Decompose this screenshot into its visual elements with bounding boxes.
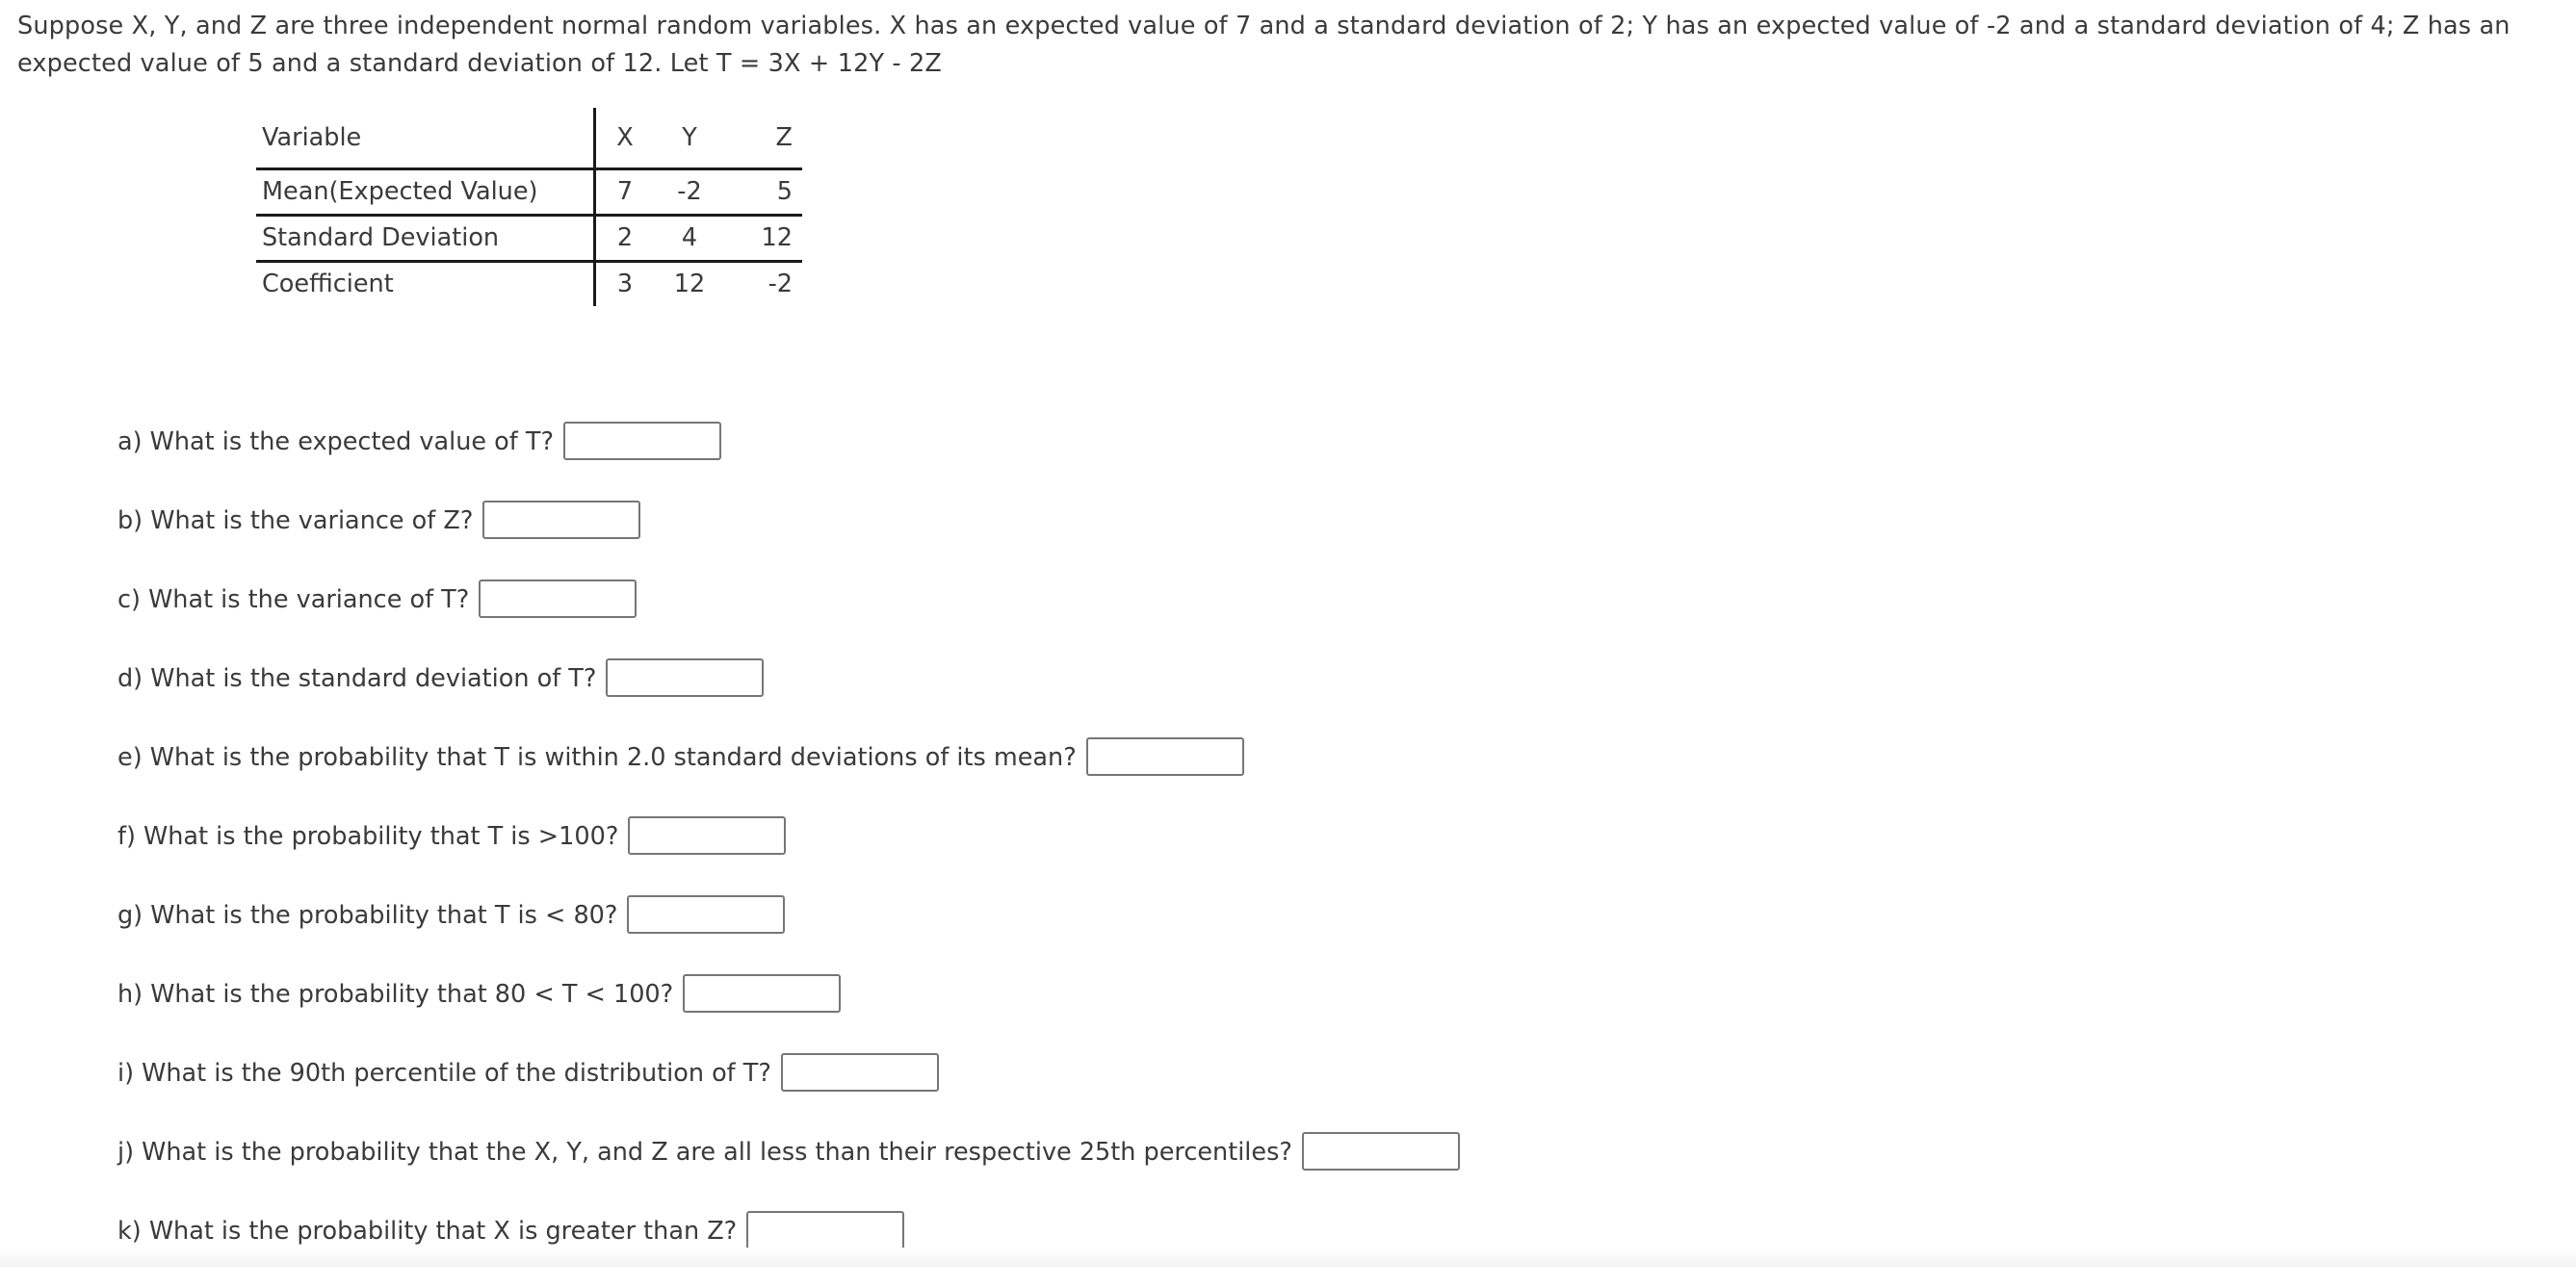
header-y: Y <box>654 108 725 170</box>
answer-input-k[interactable] <box>746 1211 905 1249</box>
row-label: Standard Deviation <box>256 215 596 263</box>
answer-input-j[interactable] <box>1301 1132 1460 1171</box>
answer-input-d[interactable] <box>606 658 765 697</box>
answer-input-e[interactable] <box>1085 737 1244 776</box>
question-d: d) What is the standard deviation of T? <box>117 657 1460 735</box>
question-g: g) What is the probability that T is < 8… <box>117 893 1460 972</box>
cell-x: 2 <box>594 215 654 263</box>
cell-z: -2 <box>768 270 793 298</box>
answer-input-b[interactable] <box>482 501 641 539</box>
cell-z: 12 <box>725 215 802 263</box>
answer-input-c[interactable] <box>479 580 637 618</box>
answer-input-g[interactable] <box>627 895 786 934</box>
row-label: Coefficient <box>256 261 596 306</box>
cell-x: 3 <box>616 270 634 298</box>
table-header-row: Variable X Y Z <box>256 108 802 170</box>
answer-input-a[interactable] <box>562 422 721 460</box>
question-i: i) What is the 90th percentile of the di… <box>117 1051 1460 1130</box>
cell-y: 12 <box>673 270 706 298</box>
cell-x: 7 <box>594 168 654 217</box>
question-text: a) What is the expected value of T? <box>117 427 554 456</box>
question-j: j) What is the probability that the X, Y… <box>117 1130 1460 1209</box>
row-label: Mean(Expected Value) <box>256 168 596 217</box>
question-text: f) What is the probability that T is >10… <box>117 822 619 851</box>
cell-y: 4 <box>654 215 725 263</box>
question-text: b) What is the variance of Z? <box>117 506 474 535</box>
header-variable: Variable <box>256 108 596 170</box>
answer-input-f[interactable] <box>628 816 787 855</box>
question-f: f) What is the probability that T is >10… <box>117 814 1460 893</box>
question-c: c) What is the variance of T? <box>117 578 1460 657</box>
page-bottom-edge <box>0 1248 2576 1267</box>
header-x: X <box>594 108 654 170</box>
variables-table: Variable X Y Z Mean(Expected Value) 7 -2… <box>256 108 802 306</box>
question-text: j) What is the probability that the X, Y… <box>117 1138 1292 1167</box>
question-text: g) What is the probability that T is < 8… <box>117 901 618 930</box>
problem-statement: Suppose X, Y, and Z are three independen… <box>17 12 2511 78</box>
table-row-coefficient: Coefficient 3 12 -2 <box>256 261 802 306</box>
question-text: d) What is the standard deviation of T? <box>117 664 597 693</box>
header-z: Z <box>725 108 802 170</box>
answer-input-h[interactable] <box>683 974 842 1013</box>
question-h: h) What is the probability that 80 < T <… <box>117 972 1460 1051</box>
question-a: a) What is the expected value of T? <box>117 420 1460 499</box>
question-text: h) What is the probability that 80 < T <… <box>117 980 674 1009</box>
question-text: e) What is the probability that T is wit… <box>117 743 1077 772</box>
question-text: c) What is the variance of T? <box>117 585 470 614</box>
cell-y: -2 <box>654 168 725 217</box>
cell-z: 5 <box>725 168 802 217</box>
table-row-sd: Standard Deviation 2 4 12 <box>256 215 802 263</box>
table-row-mean: Mean(Expected Value) 7 -2 5 <box>256 168 802 217</box>
answer-input-i[interactable] <box>780 1053 939 1092</box>
question-b: b) What is the variance of Z? <box>117 499 1460 578</box>
question-text: i) What is the 90th percentile of the di… <box>117 1059 771 1088</box>
question-e: e) What is the probability that T is wit… <box>117 735 1460 814</box>
question-list: a) What is the expected value of T? b) W… <box>117 420 1460 1288</box>
